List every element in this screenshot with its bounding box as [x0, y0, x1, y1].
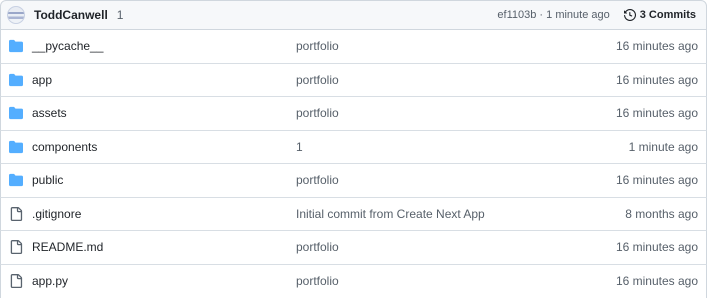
- file-row[interactable]: app portfolio 16 minutes ago: [0, 63, 707, 97]
- file-name-link[interactable]: README.md: [32, 240, 103, 254]
- folder-name-link[interactable]: components: [32, 140, 97, 154]
- file-row[interactable]: public portfolio 16 minutes ago: [0, 164, 707, 198]
- folder-name-link[interactable]: app: [32, 73, 52, 87]
- commit-time: 16 minutes ago: [615, 173, 698, 188]
- file-row[interactable]: .gitignore Initial commit from Create Nex…: [0, 197, 707, 231]
- folder-icon: [9, 140, 23, 154]
- commit-time: 16 minutes ago: [615, 72, 698, 87]
- latest-commit-bar: ToddCanwell 1 ef1103b · 1 minute ago 3 C…: [0, 0, 707, 30]
- folder-name-link[interactable]: assets: [32, 106, 67, 120]
- history-icon: [623, 9, 636, 21]
- folder-icon: [9, 106, 23, 120]
- folder-name-link[interactable]: __pycache__: [32, 39, 103, 53]
- commit-history-button[interactable]: 3 Commits: [623, 9, 696, 21]
- file-row[interactable]: components 1 1 minute ago: [0, 130, 707, 164]
- commit-message-link[interactable]: portfolio: [296, 39, 339, 53]
- commit-message[interactable]: 1: [117, 8, 124, 22]
- file-icon: [9, 206, 23, 221]
- commit-time: 16 minutes ago: [615, 274, 698, 289]
- commit-time: 8 months ago: [625, 206, 698, 221]
- commit-time: 16 minutes ago: [615, 39, 698, 54]
- file-icon: [9, 274, 23, 289]
- file-list: __pycache__ portfolio 16 minutes ago app por…: [0, 30, 707, 298]
- file-name-link[interactable]: .gitignore: [32, 207, 81, 221]
- commit-time: 16 minutes ago: [615, 106, 698, 121]
- commit-message-link[interactable]: portfolio: [296, 274, 339, 288]
- folder-icon: [9, 173, 23, 187]
- file-icon: [9, 240, 23, 255]
- file-row[interactable]: app.py portfolio 16 minutes ago: [0, 264, 707, 298]
- file-row[interactable]: assets portfolio 16 minutes ago: [0, 97, 707, 131]
- commit-author[interactable]: ToddCanwell: [34, 8, 108, 22]
- commit-hash-time[interactable]: ef1103b · 1 minute ago: [497, 9, 609, 21]
- commit-count-label: 3 Commits: [639, 9, 696, 21]
- commit-message-link[interactable]: portfolio: [296, 73, 339, 87]
- file-browser: ToddCanwell 1 ef1103b · 1 minute ago 3 C…: [0, 0, 715, 298]
- folder-name-link[interactable]: public: [32, 173, 63, 187]
- commit-message-link[interactable]: portfolio: [296, 106, 339, 120]
- commit-message-link[interactable]: portfolio: [296, 173, 339, 187]
- commit-message-link[interactable]: Initial commit from Create Next App: [296, 207, 485, 221]
- commit-time: 1 minute ago: [628, 139, 698, 154]
- file-name-link[interactable]: app.py: [32, 274, 68, 288]
- commit-time: 16 minutes ago: [615, 240, 698, 255]
- commit-message-link[interactable]: 1: [296, 140, 303, 154]
- folder-icon: [9, 39, 23, 53]
- avatar[interactable]: [7, 6, 25, 24]
- folder-icon: [9, 73, 23, 87]
- file-row[interactable]: README.md portfolio 16 minutes ago: [0, 231, 707, 265]
- commit-message-link[interactable]: portfolio: [296, 240, 339, 254]
- file-row[interactable]: __pycache__ portfolio 16 minutes ago: [0, 30, 707, 64]
